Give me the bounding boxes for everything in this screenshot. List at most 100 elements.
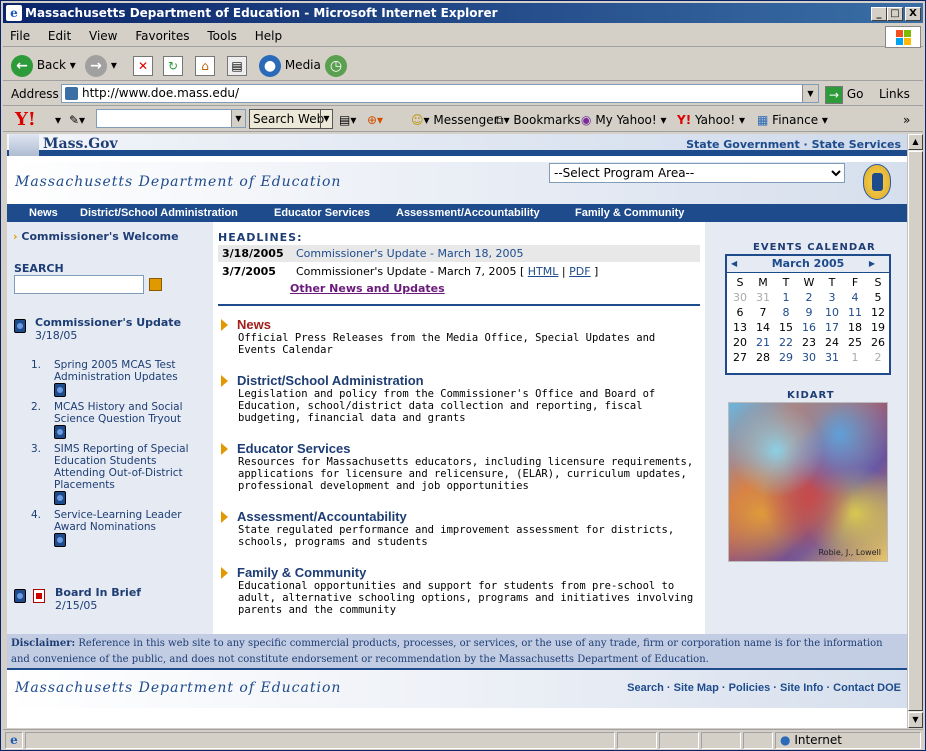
- minimize-button[interactable]: _: [871, 7, 887, 21]
- calendar-prev-icon[interactable]: ◀: [731, 256, 737, 272]
- toolbar-overflow-icon[interactable]: »: [903, 110, 910, 130]
- my-yahoo-button[interactable]: ◉ My Yahoo! ▾: [581, 110, 667, 130]
- nav-educator[interactable]: Educator Services: [274, 205, 370, 221]
- statehouse-icon: [9, 134, 39, 156]
- calendar-day[interactable]: 1: [775, 291, 797, 304]
- nav-assessment[interactable]: Assessment/Accountability: [396, 205, 540, 221]
- section-title[interactable]: District/School Administration: [221, 373, 697, 388]
- nav-family[interactable]: Family & Community: [575, 205, 684, 221]
- pdf-icon[interactable]: [33, 589, 45, 603]
- calendar-next-icon[interactable]: ▶: [869, 256, 875, 272]
- footer-links[interactable]: Search · Site Map · Policies · Site Info…: [627, 682, 901, 694]
- status-pane: [617, 732, 657, 749]
- html-link[interactable]: HTML: [528, 265, 559, 278]
- yahoo-search-input[interactable]: ▼: [96, 109, 246, 128]
- scroll-down-icon[interactable]: ▼: [908, 712, 923, 728]
- site-search-input[interactable]: [14, 275, 144, 294]
- menu-favorites[interactable]: Favorites: [128, 25, 196, 43]
- arrow-icon: [221, 443, 228, 455]
- forward-button[interactable]: → ▾: [85, 53, 117, 77]
- refresh-button[interactable]: ↻: [163, 53, 183, 77]
- commissioner-welcome-link[interactable]: › Commissioner's Welcome: [13, 230, 179, 243]
- back-button[interactable]: ← Back ▾: [11, 53, 76, 77]
- status-text: [25, 732, 615, 749]
- calendar-day[interactable]: 16: [798, 321, 820, 334]
- calendar-day[interactable]: 3: [821, 291, 843, 304]
- other-news-link[interactable]: Other News and Updates: [290, 282, 445, 295]
- list-item-link[interactable]: Spring 2005 MCAS Test Administration Upd…: [54, 359, 204, 383]
- nav-news[interactable]: News: [29, 205, 58, 221]
- menu-help[interactable]: Help: [248, 25, 289, 43]
- commissioner-update-link[interactable]: Commissioner's Update: [35, 316, 181, 329]
- document-icon[interactable]: [54, 425, 66, 439]
- search-web-label: Search Web: [253, 112, 325, 126]
- section-title[interactable]: Assessment/Accountability: [221, 509, 697, 524]
- stop-button[interactable]: ✕: [133, 53, 153, 77]
- massgov-logo[interactable]: Mass.Gov: [43, 136, 118, 152]
- document-icon[interactable]: [54, 533, 66, 547]
- calendar-day[interactable]: 4: [844, 291, 866, 304]
- calendar-day[interactable]: 17: [821, 321, 843, 334]
- yahoo-logo-icon[interactable]: Y!: [15, 110, 36, 130]
- go-button[interactable]: → Go: [825, 84, 863, 104]
- document-icon[interactable]: [54, 383, 66, 397]
- scroll-up-icon[interactable]: ▲: [908, 134, 923, 150]
- list-item-link[interactable]: Service-Learning Leader Award Nomination…: [54, 509, 204, 533]
- menu-edit[interactable]: Edit: [41, 25, 78, 43]
- title-bar: e Massachusetts Department of Education …: [3, 3, 923, 23]
- search-web-dropdown[interactable]: ▼: [320, 110, 332, 128]
- scroll-thumb[interactable]: [908, 151, 923, 711]
- calendar-day[interactable]: 30: [798, 351, 820, 364]
- menu-file[interactable]: File: [3, 25, 37, 43]
- print-button[interactable]: ▤: [227, 53, 247, 77]
- search-go-button[interactable]: [149, 278, 162, 291]
- address-dropdown[interactable]: ▼: [802, 85, 818, 102]
- pdf-link[interactable]: PDF: [569, 265, 590, 278]
- calendar-day[interactable]: 10: [821, 306, 843, 319]
- program-area-select[interactable]: --Select Program Area--: [549, 163, 845, 183]
- document-icon[interactable]: [14, 589, 26, 603]
- section-title[interactable]: News: [221, 317, 697, 332]
- calendar-day[interactable]: 9: [798, 306, 820, 319]
- home-button[interactable]: ⌂: [195, 53, 215, 77]
- calendar-day[interactable]: 8: [775, 306, 797, 319]
- close-button[interactable]: X: [905, 7, 921, 21]
- list-item-link[interactable]: MCAS History and Social Science Question…: [54, 401, 204, 425]
- menu-view[interactable]: View: [82, 25, 124, 43]
- history-button[interactable]: ◷: [325, 53, 347, 77]
- kidart-image[interactable]: Robie, J., Lowell: [728, 402, 888, 562]
- list-item-link[interactable]: SIMS Reporting of Special Education Stud…: [54, 443, 204, 491]
- media-button[interactable]: ● Media: [259, 53, 321, 77]
- calendar-day[interactable]: 31: [821, 351, 843, 364]
- address-input[interactable]: http://www.doe.mass.edu/ ▼: [61, 84, 819, 103]
- links-button[interactable]: Links: [879, 87, 910, 101]
- menu-tools[interactable]: Tools: [200, 25, 244, 43]
- calendar-day[interactable]: 21: [752, 336, 774, 349]
- nav-district[interactable]: District/School Administration: [80, 205, 238, 221]
- maximize-button[interactable]: □: [887, 7, 903, 21]
- calendar-day[interactable]: 22: [775, 336, 797, 349]
- calendar-day[interactable]: 11: [844, 306, 866, 319]
- messenger-button[interactable]: ☺▾ Messenger: [411, 110, 499, 130]
- search-web-button[interactable]: Search Web ▼: [249, 109, 333, 129]
- yahoo-button[interactable]: Y! Yahoo! ▾: [677, 110, 745, 130]
- target-icon[interactable]: ⊕▾: [367, 110, 383, 130]
- calendar-day[interactable]: 29: [775, 351, 797, 364]
- board-in-brief-link[interactable]: Board In Brief: [55, 586, 141, 599]
- document-icon[interactable]: [54, 491, 66, 505]
- section-title[interactable]: Educator Services: [221, 441, 697, 456]
- calendar-day[interactable]: 2: [798, 291, 820, 304]
- headline-link[interactable]: Commissioner's Update - March 18, 2005: [296, 245, 523, 262]
- yahoo-menu-arrow[interactable]: ▾: [55, 110, 61, 130]
- pencil-icon[interactable]: ✎▾: [69, 110, 85, 130]
- highlight-icon[interactable]: ▤▾: [339, 110, 356, 130]
- state-links[interactable]: State Government · State Services: [686, 138, 901, 151]
- vertical-scrollbar[interactable]: ▲ ▼: [907, 134, 923, 728]
- refresh-icon: ↻: [163, 55, 183, 76]
- section-educator: Educator Services Resources for Massachu…: [221, 441, 697, 492]
- finance-button[interactable]: ▦ Finance ▾: [757, 110, 828, 130]
- bookmarks-button[interactable]: ⧉▾ Bookmarks: [495, 110, 580, 130]
- calendar-day: 20: [733, 336, 747, 349]
- yahoo-search-dropdown[interactable]: ▼: [231, 110, 245, 127]
- section-title[interactable]: Family & Community: [221, 565, 697, 580]
